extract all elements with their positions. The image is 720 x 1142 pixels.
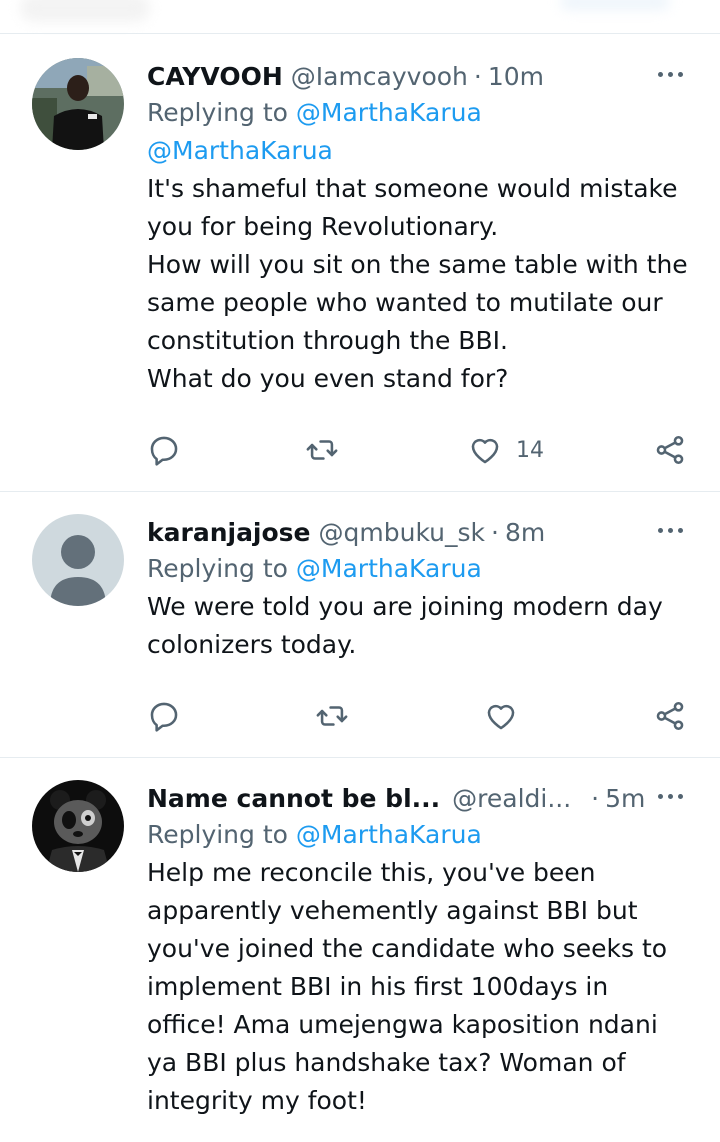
text-line: same people who wanted to mutilate our — [147, 288, 663, 317]
text-line: What do you even stand for? — [147, 364, 509, 393]
retweet-button[interactable] — [305, 430, 339, 470]
separator: · — [591, 783, 600, 813]
blurred-content — [560, 0, 670, 10]
tweet-text: @MarthaKarua It's shameful that someone … — [147, 132, 690, 398]
retweet-button[interactable] — [315, 696, 349, 736]
reply-icon — [150, 436, 178, 466]
display-name[interactable]: Name cannot be bl... — [147, 784, 440, 813]
reply-button[interactable] — [147, 430, 181, 470]
tweet-header: karanjajose @qmbuku_sk · 8m — [147, 514, 690, 550]
share-button[interactable] — [653, 430, 687, 470]
separator: · — [491, 517, 499, 547]
default-user-avatar-icon[interactable] — [32, 514, 124, 606]
tweet-cayvooh[interactable]: CAYVOOH @Iamcayvooh · 10m Replying to @M… — [0, 34, 720, 492]
tweet-name-cannot-be-blank[interactable]: Name cannot be bl... @realdi... · 5m Rep… — [0, 758, 720, 1142]
text-line: apparently vehemently against BBI but — [147, 896, 638, 925]
user-handle[interactable]: @qmbuku_sk — [319, 518, 486, 547]
tweet-text: We were told you are joining modern day … — [147, 588, 690, 664]
more-options-icon[interactable] — [654, 64, 686, 84]
blurred-content — [20, 0, 150, 22]
text-line: ya BBI plus handshake tax? Woman of — [147, 1048, 626, 1077]
like-button[interactable]: 14 — [468, 430, 544, 470]
text-line: you for being Revolutionary. — [147, 212, 499, 241]
share-button[interactable] — [653, 696, 687, 736]
separator: · — [473, 61, 482, 91]
like-button[interactable] — [484, 696, 532, 736]
tweet-karanjajose[interactable]: karanjajose @qmbuku_sk · 8m Replying to … — [0, 492, 720, 758]
text-line: constitution through the BBI. — [147, 326, 508, 355]
heart-icon — [471, 438, 499, 464]
text-line: colonizers today. — [147, 630, 357, 659]
photo-avatar-icon[interactable] — [32, 58, 124, 150]
timestamp[interactable]: 5m — [605, 784, 645, 813]
text-line: implement BBI in his first 100days in — [147, 972, 609, 1001]
replying-to-label: Replying to — [147, 98, 288, 127]
text-line: integrity my foot! — [147, 1086, 367, 1115]
replying-to-label: Replying to — [147, 820, 288, 849]
replying-to-mention[interactable]: @MarthaKarua — [296, 98, 482, 127]
previous-tweet-edge — [0, 0, 720, 34]
replying-to-mention[interactable]: @MarthaKarua — [296, 820, 482, 849]
panda-avatar-icon[interactable] — [32, 780, 124, 872]
replying-to: Replying to @MarthaKarua — [147, 94, 690, 132]
heart-icon — [487, 704, 515, 730]
share-icon — [656, 701, 684, 731]
tweet-text: Help me reconcile this, you've been appa… — [147, 854, 690, 1120]
tweet-actions — [147, 696, 687, 736]
replying-to: Replying to @MarthaKarua — [147, 550, 690, 588]
timestamp[interactable]: 10m — [488, 62, 544, 91]
display-name[interactable]: CAYVOOH — [147, 62, 283, 91]
more-options-icon[interactable] — [654, 520, 686, 540]
user-handle[interactable]: @realdi... — [452, 784, 571, 813]
replying-to: Replying to @MarthaKarua — [147, 816, 690, 854]
tweet-actions: 14 — [147, 430, 687, 470]
retweet-icon — [306, 440, 338, 460]
retweet-icon — [316, 706, 348, 726]
reply-icon — [150, 702, 178, 732]
more-options-icon[interactable] — [654, 786, 686, 806]
user-handle[interactable]: @Iamcayvooh — [291, 62, 468, 91]
timestamp[interactable]: 8m — [505, 518, 545, 547]
text-line: We were told you are joining modern day — [147, 592, 663, 621]
like-count: 14 — [516, 437, 544, 463]
tweet-header: CAYVOOH @Iamcayvooh · 10m — [147, 58, 690, 94]
share-icon — [656, 435, 684, 465]
text-line: you've joined the candidate who seeks to — [147, 934, 668, 963]
replying-to-mention[interactable]: @MarthaKarua — [296, 554, 482, 583]
text-line: office! Ama umejengwa kaposition ndani — [147, 1010, 658, 1039]
display-name[interactable]: karanjajose — [147, 518, 311, 547]
replying-to-label: Replying to — [147, 554, 288, 583]
text-line: How will you sit on the same table with … — [147, 250, 688, 279]
text-mention[interactable]: @MarthaKarua — [147, 132, 690, 170]
text-line: It's shameful that someone would mistake — [147, 174, 678, 203]
text-line: Help me reconcile this, you've been — [147, 858, 596, 887]
reply-button[interactable] — [147, 696, 181, 736]
tweet-header: Name cannot be bl... @realdi... · 5m — [147, 780, 690, 816]
